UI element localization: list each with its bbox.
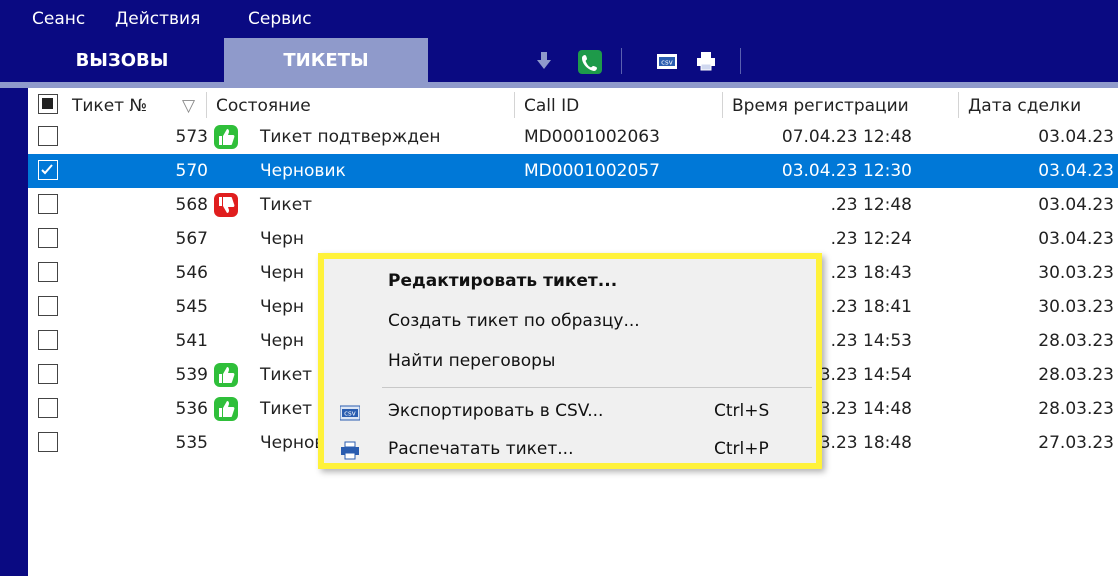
deal-date: 03.04.23 [1038, 195, 1114, 215]
menu-item-export-csv[interactable]: Экспортировать в CSV... [388, 401, 603, 421]
menu-session[interactable]: Сеанс [32, 9, 85, 29]
menu-separator [382, 387, 812, 388]
table-row[interactable]: 567 Черн .23 12:24 03.04.23 [28, 222, 1118, 256]
sort-descending-icon[interactable]: ▽ [182, 96, 195, 116]
row-checkbox[interactable] [38, 262, 58, 282]
menu-actions[interactable]: Действия [115, 9, 200, 29]
deal-date: 28.03.23 [1038, 365, 1114, 385]
csv-icon: csv [339, 403, 361, 423]
menu-service[interactable]: Сервис [248, 9, 312, 29]
column-divider[interactable] [206, 92, 207, 118]
csv-icon[interactable]: csv [656, 50, 678, 72]
select-all-checkbox[interactable] [38, 94, 58, 114]
table-row[interactable]: 570 Черновик MD0001002057 03.04.23 12:30 03.… [28, 154, 1118, 188]
registration-time: 03.04.23 12:30 [781, 161, 912, 181]
thumbs-down-icon [214, 193, 238, 217]
shortcut-print-ticket: Ctrl+P [714, 439, 769, 459]
svg-text:csv: csv [344, 410, 356, 418]
column-divider[interactable] [722, 92, 723, 118]
tab-calls[interactable]: ВЫЗОВЫ [38, 38, 206, 82]
row-checkbox[interactable] [38, 398, 58, 418]
ticket-status: Черновик [260, 161, 346, 181]
column-header-ticket-no[interactable]: Тикет № [72, 96, 147, 116]
row-checkbox[interactable] [38, 296, 58, 316]
tab-tickets[interactable]: ТИКЕТЫ [224, 38, 428, 82]
phone-icon[interactable] [578, 50, 602, 74]
column-header-deal-date[interactable]: Дата сделки [968, 96, 1081, 116]
shortcut-export-csv: Ctrl+S [714, 401, 770, 421]
deal-date: 30.03.23 [1038, 297, 1114, 317]
thumbs-up-icon [214, 363, 238, 387]
ticket-number: 568 [175, 195, 208, 215]
ticket-status: Черн [260, 263, 305, 283]
registration-time: 07.04.23 12:48 [781, 127, 912, 147]
svg-text:csv: csv [661, 59, 673, 67]
ticket-number: 541 [175, 331, 208, 351]
ticket-status: Черн [260, 297, 305, 317]
column-divider[interactable] [958, 92, 959, 118]
menu-item-print-ticket[interactable]: Распечатать тикет... [388, 439, 574, 459]
registration-time: .23 12:48 [830, 195, 912, 215]
tab-bar: ВЫЗОВЫ ТИКЕТЫ csv [0, 38, 1118, 88]
toolbar-separator [621, 48, 622, 74]
ticket-number: 539 [175, 365, 208, 385]
deal-date: 28.03.23 [1038, 331, 1114, 351]
deal-date: 28.03.23 [1038, 399, 1114, 419]
download-arrow-icon[interactable] [533, 50, 555, 72]
ticket-number: 573 [175, 127, 208, 147]
column-header-status[interactable]: Состояние [216, 96, 311, 116]
table-header: Тикет № ▽ Состояние Call ID Время регист… [28, 88, 1118, 120]
menu-bar: Сеанс Действия Сервис [0, 0, 1118, 38]
row-checkbox[interactable] [38, 194, 58, 214]
row-checkbox[interactable] [38, 432, 58, 452]
context-menu: Редактировать тикет... Создать тикет по … [318, 253, 822, 469]
menu-item-create-from-template[interactable]: Создать тикет по образцу... [388, 311, 640, 331]
menu-item-edit-ticket[interactable]: Редактировать тикет... [388, 271, 617, 291]
column-header-registration-time[interactable]: Время регистрации [732, 96, 909, 116]
menu-item-find-conversations[interactable]: Найти переговоры [388, 351, 555, 371]
row-checkbox[interactable] [38, 160, 58, 180]
deal-date: 30.03.23 [1038, 263, 1114, 283]
toolbar-separator [740, 48, 741, 74]
deal-date: 03.04.23 [1038, 127, 1114, 147]
call-id: MD0001002057 [524, 161, 660, 181]
ticket-number: 567 [175, 229, 208, 249]
ticket-number: 536 [175, 399, 208, 419]
thumbs-up-icon [214, 125, 238, 149]
call-id: MD0001002063 [524, 127, 660, 147]
deal-date: 03.04.23 [1038, 161, 1114, 181]
row-checkbox[interactable] [38, 228, 58, 248]
table-row[interactable]: 573 Тикет подтвержден MD0001002063 07.04.23… [28, 120, 1118, 154]
row-checkbox[interactable] [38, 364, 58, 384]
printer-icon[interactable] [695, 50, 717, 72]
ticket-number: 546 [175, 263, 208, 283]
ticket-status: Черн [260, 331, 305, 351]
deal-date: 27.03.23 [1038, 433, 1114, 453]
printer-icon [340, 441, 360, 461]
ticket-status: Тикет подтвержден [260, 127, 441, 147]
ticket-number: 570 [175, 161, 208, 181]
ticket-status: Тикет [260, 195, 313, 215]
ticket-status: Черн [260, 229, 305, 249]
column-divider[interactable] [514, 92, 515, 118]
ticket-number: 545 [175, 297, 208, 317]
table-row[interactable]: 568 Тикет .23 12:48 03.04.23 [28, 188, 1118, 222]
ticket-number: 535 [175, 433, 208, 453]
row-checkbox[interactable] [38, 126, 58, 146]
deal-date: 03.04.23 [1038, 229, 1114, 249]
column-header-call-id[interactable]: Call ID [524, 96, 579, 116]
registration-time: .23 12:24 [830, 229, 912, 249]
row-checkbox[interactable] [38, 330, 58, 350]
thumbs-up-icon [214, 397, 238, 421]
